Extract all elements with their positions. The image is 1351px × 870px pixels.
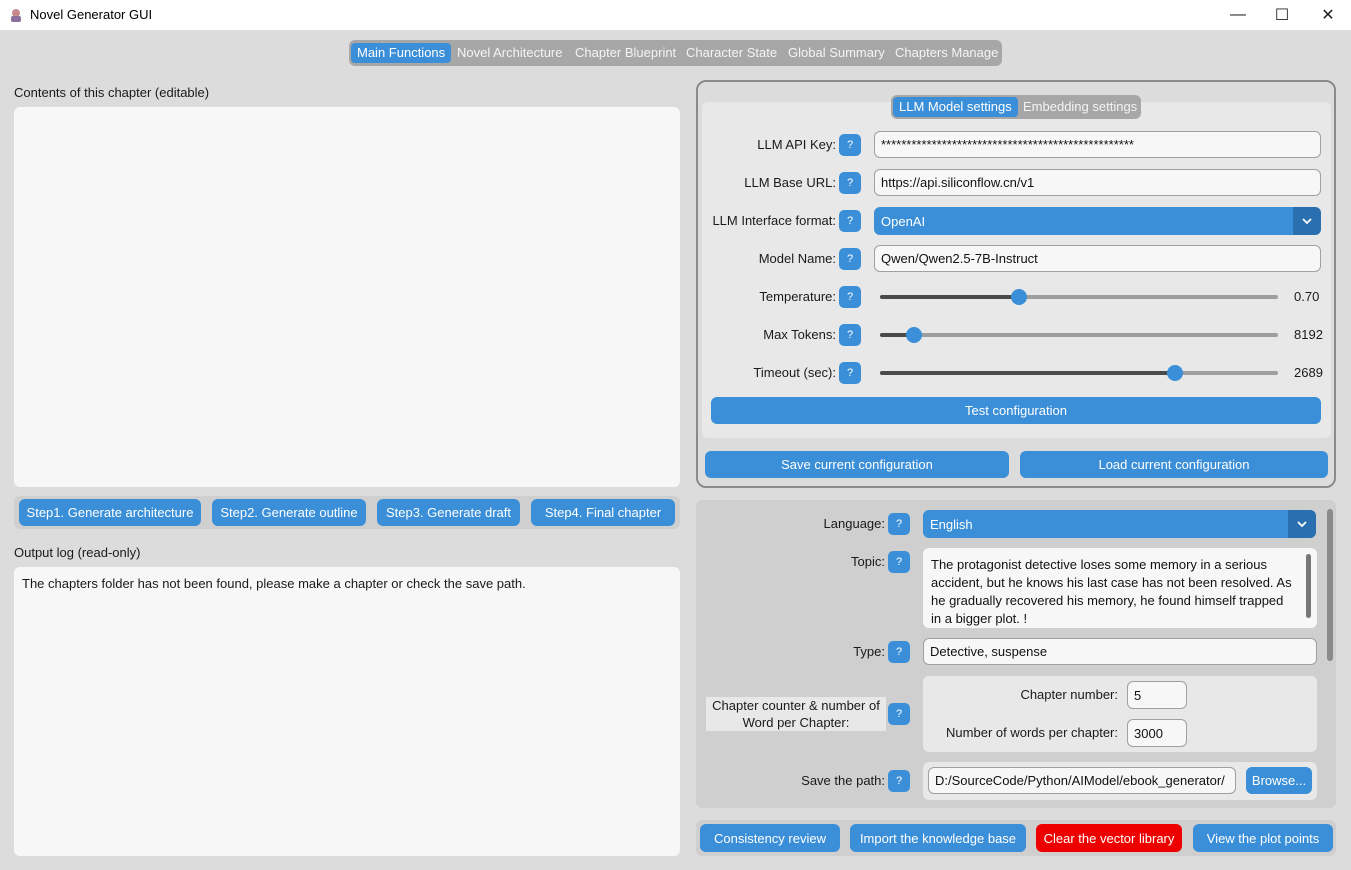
window-title: Novel Generator GUI <box>30 7 153 22</box>
tab-character-state[interactable]: Character State <box>680 43 783 63</box>
api-key-input[interactable]: ****************************************… <box>874 131 1321 158</box>
minimize-icon: — <box>1230 6 1246 23</box>
tab-chapters-manage[interactable]: Chapters Manage <box>889 43 1004 63</box>
interface-format-help-button[interactable]: ? <box>839 210 861 232</box>
import-knowledge-base-button[interactable]: Import the knowledge base <box>850 824 1026 852</box>
timeout-slider[interactable] <box>880 365 1278 381</box>
api-key-help-button[interactable]: ? <box>839 134 861 156</box>
chapter-counter-frame <box>923 676 1317 752</box>
tab-llm-model-settings[interactable]: LLM Model settings <box>893 97 1018 117</box>
temperature-value: 0.70 <box>1294 289 1320 304</box>
maximize-button[interactable]: ☐ <box>1259 0 1305 30</box>
temperature-slider-knob[interactable] <box>1011 289 1027 305</box>
chapter-number-label: Chapter number: <box>1020 687 1118 702</box>
base-url-help-button[interactable]: ? <box>839 172 861 194</box>
topic-label: Topic: <box>851 554 885 569</box>
topic-help-button[interactable]: ? <box>888 551 910 573</box>
tab-main-functions[interactable]: Main Functions <box>351 43 452 63</box>
model-name-label: Model Name: <box>758 251 836 266</box>
timeout-slider-fill <box>880 371 1175 375</box>
type-label: Type: <box>853 644 885 659</box>
language-label: Language: <box>823 516 885 531</box>
language-help-button[interactable]: ? <box>888 513 910 535</box>
topic-scrollbar[interactable] <box>1306 554 1311 618</box>
maximize-icon: ☐ <box>1274 7 1290 24</box>
words-per-chapter-input[interactable]: 3000 <box>1127 719 1187 747</box>
timeout-slider-knob[interactable] <box>1167 365 1183 381</box>
base-url-input[interactable]: https://api.siliconflow.cn/v1 <box>874 169 1321 196</box>
close-button[interactable]: ✕ <box>1305 0 1351 30</box>
max-tokens-help-button[interactable]: ? <box>839 324 861 346</box>
params-scrollbar[interactable] <box>1327 509 1333 661</box>
chapter-contents-label: Contents of this chapter (editable) <box>14 85 210 100</box>
test-configuration-button[interactable]: Test configuration <box>711 397 1321 424</box>
words-per-chapter-label: Number of words per chapter: <box>946 725 1118 740</box>
app-icon <box>8 7 24 23</box>
save-configuration-button[interactable]: Save current configuration <box>705 451 1009 478</box>
model-name-help-button[interactable]: ? <box>839 248 861 270</box>
interface-format-value: OpenAI <box>881 213 926 229</box>
browse-button[interactable]: Browse... <box>1246 767 1312 794</box>
chevron-down-icon[interactable] <box>1293 207 1321 235</box>
step2-generate-outline-button[interactable]: Step2. Generate outline <box>212 499 366 526</box>
chapter-contents-textarea[interactable] <box>14 107 680 487</box>
max-tokens-slider[interactable] <box>880 327 1278 343</box>
chapter-counter-label: Chapter counter & number of Word per Cha… <box>706 697 886 731</box>
save-path-label: Save the path: <box>801 773 885 788</box>
save-path-help-button[interactable]: ? <box>888 770 910 792</box>
max-tokens-slider-knob[interactable] <box>906 327 922 343</box>
consistency-review-button[interactable]: Consistency review <box>700 824 840 852</box>
output-log-textarea[interactable]: The chapters folder has not been found, … <box>14 567 680 856</box>
tab-global-summary[interactable]: Global Summary <box>782 43 891 63</box>
max-tokens-slider-track <box>880 333 1278 337</box>
save-path-input[interactable]: D:/SourceCode/Python/AIModel/ebook_gener… <box>928 767 1236 794</box>
tab-chapter-blueprint[interactable]: Chapter Blueprint <box>569 43 682 63</box>
temperature-help-button[interactable]: ? <box>839 286 861 308</box>
api-key-label: LLM API Key: <box>757 137 836 152</box>
language-select[interactable]: English <box>923 510 1316 538</box>
language-value: English <box>930 516 973 532</box>
type-input[interactable]: Detective, suspense <box>923 638 1317 665</box>
chapter-counter-help-button[interactable]: ? <box>888 703 910 725</box>
close-icon: ✕ <box>1321 7 1335 24</box>
temperature-label: Temperature: <box>759 289 836 304</box>
temperature-slider-fill <box>880 295 1019 299</box>
topic-textarea[interactable]: The protagonist detective loses some mem… <box>923 548 1317 628</box>
interface-format-select[interactable]: OpenAI <box>874 207 1321 235</box>
tab-novel-architecture[interactable]: Novel Architecture <box>451 43 569 63</box>
max-tokens-value: 8192 <box>1294 327 1323 342</box>
timeout-value: 2689 <box>1294 365 1323 380</box>
title-bar <box>0 0 1351 30</box>
tab-embedding-settings[interactable]: Embedding settings <box>1017 97 1143 117</box>
minimize-button[interactable]: — <box>1215 0 1261 30</box>
view-plot-points-button[interactable]: View the plot points <box>1193 824 1333 852</box>
step4-final-chapter-button[interactable]: Step4. Final chapter <box>531 499 675 526</box>
chevron-down-icon[interactable] <box>1288 510 1316 538</box>
base-url-label: LLM Base URL: <box>744 175 836 190</box>
chapter-number-input[interactable]: 5 <box>1127 681 1187 709</box>
max-tokens-label: Max Tokens: <box>763 327 836 342</box>
timeout-label: Timeout (sec): <box>753 365 836 380</box>
type-help-button[interactable]: ? <box>888 641 910 663</box>
clear-vector-library-button[interactable]: Clear the vector library <box>1036 824 1182 852</box>
load-configuration-button[interactable]: Load current configuration <box>1020 451 1328 478</box>
timeout-help-button[interactable]: ? <box>839 362 861 384</box>
model-name-input[interactable]: Qwen/Qwen2.5-7B-Instruct <box>874 245 1321 272</box>
temperature-slider[interactable] <box>880 289 1278 305</box>
interface-format-label: LLM Interface format: <box>712 213 836 228</box>
output-log-label: Output log (read-only) <box>14 545 141 560</box>
step1-generate-architecture-button[interactable]: Step1. Generate architecture <box>19 499 201 526</box>
step3-generate-draft-button[interactable]: Step3. Generate draft <box>377 499 520 526</box>
